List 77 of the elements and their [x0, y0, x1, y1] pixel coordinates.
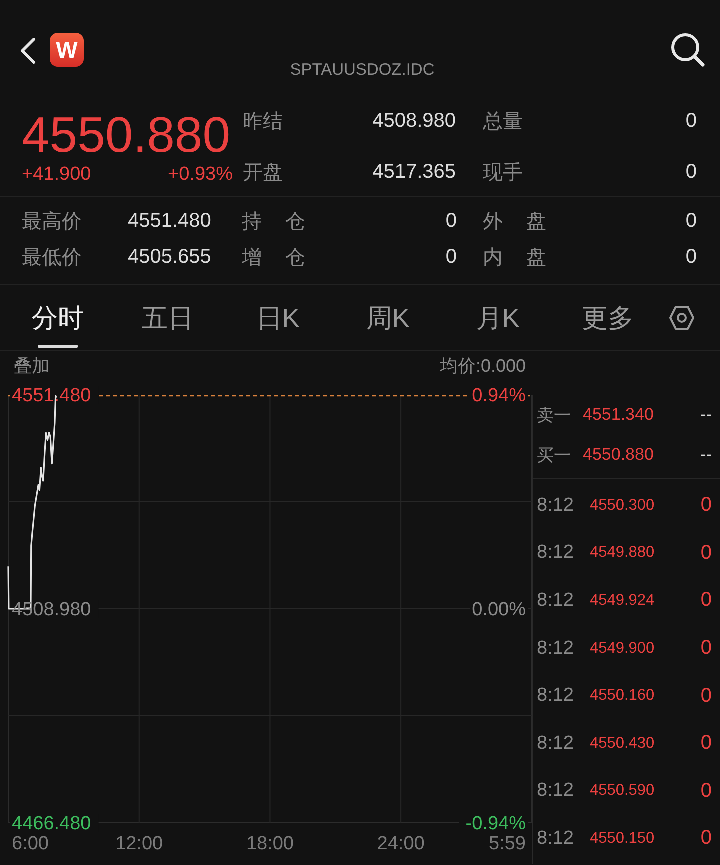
stat-label: 内 盘	[483, 246, 547, 270]
stat-label: 增 仓	[242, 246, 306, 270]
last-price: 4550.880	[22, 110, 232, 160]
quote-volume: --	[700, 445, 712, 465]
trade-volume: 0	[700, 732, 712, 756]
stat-value: 4508.980	[372, 110, 456, 133]
stat-value: 0	[686, 246, 697, 268]
trade-time: 8:12	[537, 494, 575, 517]
trade-time: 8:12	[537, 732, 575, 755]
trade-time: 8:12	[537, 780, 575, 802]
time-axis-label: 5:59	[489, 834, 526, 855]
trade-time: 8:12	[537, 590, 575, 612]
trade-volume: 0	[700, 827, 712, 850]
trade-price: 4550.300	[590, 496, 656, 515]
stat-label: 持 仓	[242, 210, 306, 234]
period-tab[interactable]: 分时	[3, 285, 113, 350]
search-icon[interactable]	[671, 33, 705, 67]
stat-label: 最低价	[22, 246, 83, 270]
quote-volume: --	[700, 405, 712, 425]
settings-icon[interactable]	[669, 304, 695, 330]
trade-volume: 0	[700, 542, 712, 565]
average-price: 均价:0.000	[440, 355, 526, 377]
overlay-label[interactable]: 叠加	[14, 355, 50, 377]
quote-price: 4550.880	[583, 445, 655, 465]
stat-value: 4505.655	[128, 246, 212, 268]
period-tab[interactable]: 周K	[333, 285, 443, 350]
stat-value: 0	[686, 210, 697, 232]
stat-value: 0	[686, 160, 697, 184]
symbol-code: SPTAUUSDOZ.IDC	[290, 60, 435, 80]
stat-label: 最高价	[22, 210, 83, 234]
percent-axis-label: 0.00%	[472, 600, 526, 621]
trade-price: 4550.150	[590, 830, 656, 848]
trade-volume: 0	[700, 637, 712, 660]
price-axis-label: 4466.480	[12, 814, 92, 835]
trade-price: 4550.590	[590, 782, 656, 800]
time-axis-label: 24:00	[377, 834, 425, 855]
time-axis-label: 18:00	[246, 834, 294, 855]
trade-volume: 0	[700, 684, 712, 708]
back-icon[interactable]	[20, 38, 36, 64]
trade-time: 8:12	[537, 638, 575, 660]
period-tab[interactable]: 日K	[223, 285, 333, 350]
trade-time: 8:12	[537, 828, 575, 850]
trade-price: 4550.160	[590, 687, 656, 706]
trade-price: 4549.880	[590, 544, 656, 562]
stat-value: 0	[686, 110, 697, 133]
stat-value: 4517.365	[372, 160, 456, 184]
price-axis-label: 4508.980	[12, 600, 92, 621]
stat-value: 0	[446, 246, 457, 268]
period-tab[interactable]: 更多	[553, 285, 663, 350]
percent-axis-label: -0.94%	[466, 814, 526, 835]
trade-volume: 0	[700, 780, 712, 803]
stat-label: 总量	[483, 110, 523, 135]
quote-label: 买一	[537, 444, 572, 466]
trade-price: 4549.900	[590, 640, 656, 658]
trade-time: 8:12	[537, 542, 575, 564]
time-axis-label: 6:00	[12, 834, 49, 855]
quote-price: 4551.340	[583, 405, 655, 425]
stat-label: 昨结	[243, 110, 283, 135]
period-tab[interactable]: 月K	[443, 285, 553, 350]
price-axis-label: 4551.480	[12, 386, 92, 407]
quote-label: 卖一	[537, 404, 572, 426]
trade-volume: 0	[700, 494, 712, 518]
percent-axis-label: 0.94%	[472, 386, 526, 407]
stat-value: 0	[446, 210, 457, 232]
price-change: +41.900	[22, 163, 92, 187]
stat-label: 现手	[483, 160, 523, 186]
stat-label: 外 盘	[483, 210, 547, 234]
percent-change: +0.93%	[168, 163, 233, 187]
stat-value: 4551.480	[128, 210, 212, 232]
trade-price: 4550.430	[590, 734, 656, 753]
trade-volume: 0	[700, 589, 712, 612]
period-tab[interactable]: 五日	[113, 285, 223, 350]
trade-time: 8:12	[537, 685, 575, 708]
stat-label: 开盘	[243, 160, 283, 186]
trade-price: 4549.924	[590, 592, 656, 610]
time-axis-label: 12:00	[116, 834, 164, 855]
app-logo[interactable]: W	[50, 33, 84, 67]
